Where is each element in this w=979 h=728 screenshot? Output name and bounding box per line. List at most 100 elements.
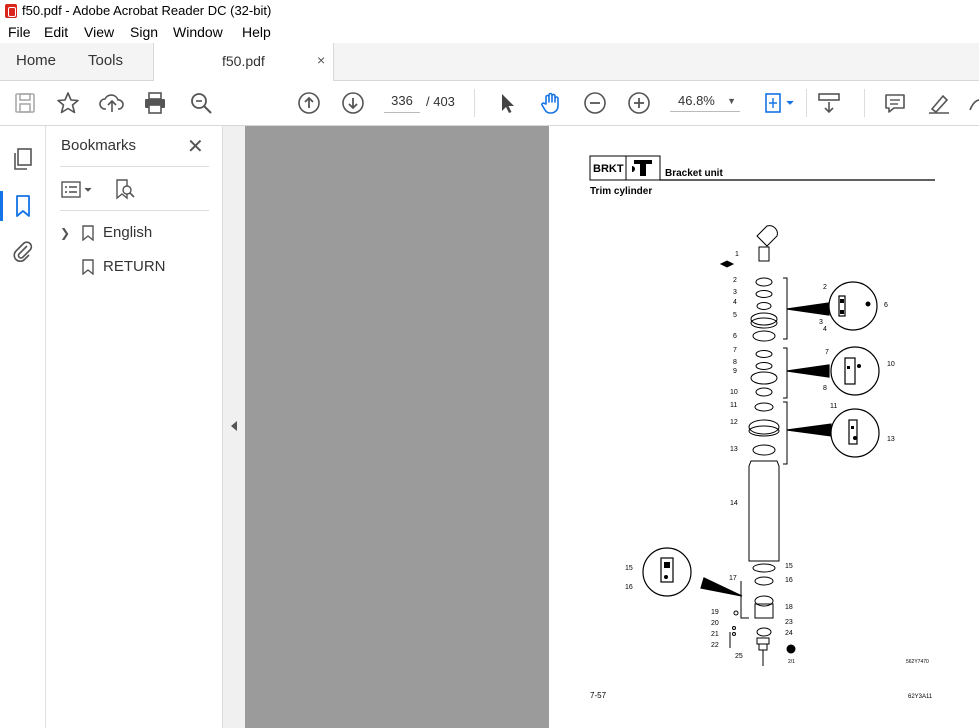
bookmark-label: RETURN [103,258,166,275]
hand-tool-icon[interactable] [538,90,564,116]
svg-text:10: 10 [730,389,738,396]
acrobat-icon [5,4,17,18]
highlight-pen-icon[interactable] [926,90,952,116]
bracket-icon [632,160,652,176]
svg-text:2: 2 [823,284,827,291]
toolbar-divider [806,89,807,117]
section-title: Bracket unit [665,168,723,179]
section-code: BRKT [593,163,624,175]
menu-edit[interactable]: Edit [44,24,68,40]
zoom-level-value: 46.8% [678,93,715,108]
svg-text:16: 16 [785,577,793,584]
select-cursor-icon[interactable] [494,90,520,116]
draw-icon[interactable] [966,90,979,116]
svg-text:2/1: 2/1 [788,659,795,665]
cloud-upload-icon[interactable] [99,90,125,116]
comment-icon[interactable] [882,90,908,116]
toolbar-divider [474,89,475,117]
svg-text:10: 10 [887,361,895,368]
zoom-out-icon[interactable] [582,90,608,116]
attachment-icon[interactable] [10,238,36,264]
svg-text:15: 15 [785,563,793,570]
svg-text:3: 3 [819,319,823,326]
divider [60,166,209,167]
close-icon[interactable]: ✕ [187,134,204,159]
document-canvas[interactable]: BRKT Bracket unit Trim cylinder 1 2 3 4 … [245,126,979,728]
svg-text:8: 8 [823,385,827,392]
main-toolbar: 336 / 403 46.8% ▼ [0,81,979,126]
svg-text:1: 1 [735,251,739,258]
save-icon[interactable] [12,90,38,116]
bookmark-item-return[interactable]: RETURN [60,257,220,281]
svg-text:9: 9 [733,368,737,375]
svg-text:25: 25 [735,653,743,660]
bookmark-item-english[interactable]: ❯ English [60,223,220,247]
scroll-mode-icon[interactable] [816,90,842,116]
bookmark-label: English [103,224,153,241]
svg-text:18: 18 [785,604,793,611]
page-number-label: 7-57 [590,691,607,700]
active-indicator [0,191,3,221]
chevron-down-icon: ▼ [727,96,736,106]
collapse-arrow-icon [231,421,237,431]
svg-text:12: 12 [730,419,738,426]
title-bar: f50.pdf - Adobe Acrobat Reader DC (32-bi… [0,0,979,23]
toolbar-divider [864,89,865,117]
svg-text:13: 13 [887,436,895,443]
menu-view[interactable]: View [84,24,114,40]
svg-text:13: 13 [730,446,738,453]
bookmark-icon[interactable] [10,193,36,219]
svg-text:6: 6 [733,333,737,340]
menu-help[interactable]: Help [242,24,271,40]
menu-window[interactable]: Window [173,24,223,40]
next-page-icon[interactable] [340,90,366,116]
previous-page-icon[interactable] [296,90,322,116]
menu-sign[interactable]: Sign [130,24,158,40]
svg-text:2: 2 [733,277,737,284]
tab-home[interactable]: Home [16,52,56,69]
bookmark-options-button[interactable] [60,178,98,202]
zoom-level-select[interactable]: 46.8% ▼ [670,90,740,112]
bookmarks-title: Bookmarks [61,137,137,154]
svg-text:6: 6 [884,302,888,309]
document-code: 62Y3A11 [908,694,933,700]
bookmark-icon [82,259,94,276]
svg-text:21: 21 [711,631,719,638]
tab-document[interactable]: f50.pdf × [153,43,334,81]
bookmark-icon [82,225,94,242]
divider [60,210,209,211]
svg-text:22: 22 [711,642,719,649]
svg-text:14: 14 [730,500,738,507]
fit-page-icon[interactable] [762,90,798,116]
zoom-search-icon[interactable] [188,90,214,116]
svg-text:7: 7 [825,349,829,356]
panel-collapse-handle[interactable] [222,126,246,728]
print-icon[interactable] [142,90,168,116]
window-title: f50.pdf - Adobe Acrobat Reader DC (32-bi… [22,3,272,18]
svg-text:24: 24 [785,630,793,637]
detail-views [642,281,880,597]
menu-file[interactable]: File [8,24,31,40]
svg-text:11: 11 [830,403,837,410]
svg-text:4: 4 [733,299,737,306]
svg-text:19: 19 [711,609,719,616]
page-total: / 403 [426,94,455,109]
svg-text:8: 8 [733,359,737,366]
figure-code: 562Y7470 [906,659,929,665]
tab-tools[interactable]: Tools [88,52,123,69]
chevron-right-icon[interactable]: ❯ [60,226,70,240]
tab-document-label: f50.pdf [222,53,265,69]
svg-text:5: 5 [733,312,737,319]
pages-icon[interactable] [10,146,36,172]
bookmarks-panel: Bookmarks ✕ ❯ English RETURN [46,126,222,728]
tab-bar: Home Tools f50.pdf × [0,43,979,81]
svg-text:7: 7 [733,347,737,354]
page-number-input[interactable]: 336 [384,90,420,113]
svg-text:23: 23 [785,619,793,626]
svg-text:4: 4 [823,326,827,333]
zoom-in-icon[interactable] [626,90,652,116]
find-bookmark-icon[interactable] [113,178,137,202]
star-icon[interactable] [55,90,81,116]
page-subtitle: Trim cylinder [590,186,652,197]
tab-close-button[interactable]: × [317,52,325,68]
